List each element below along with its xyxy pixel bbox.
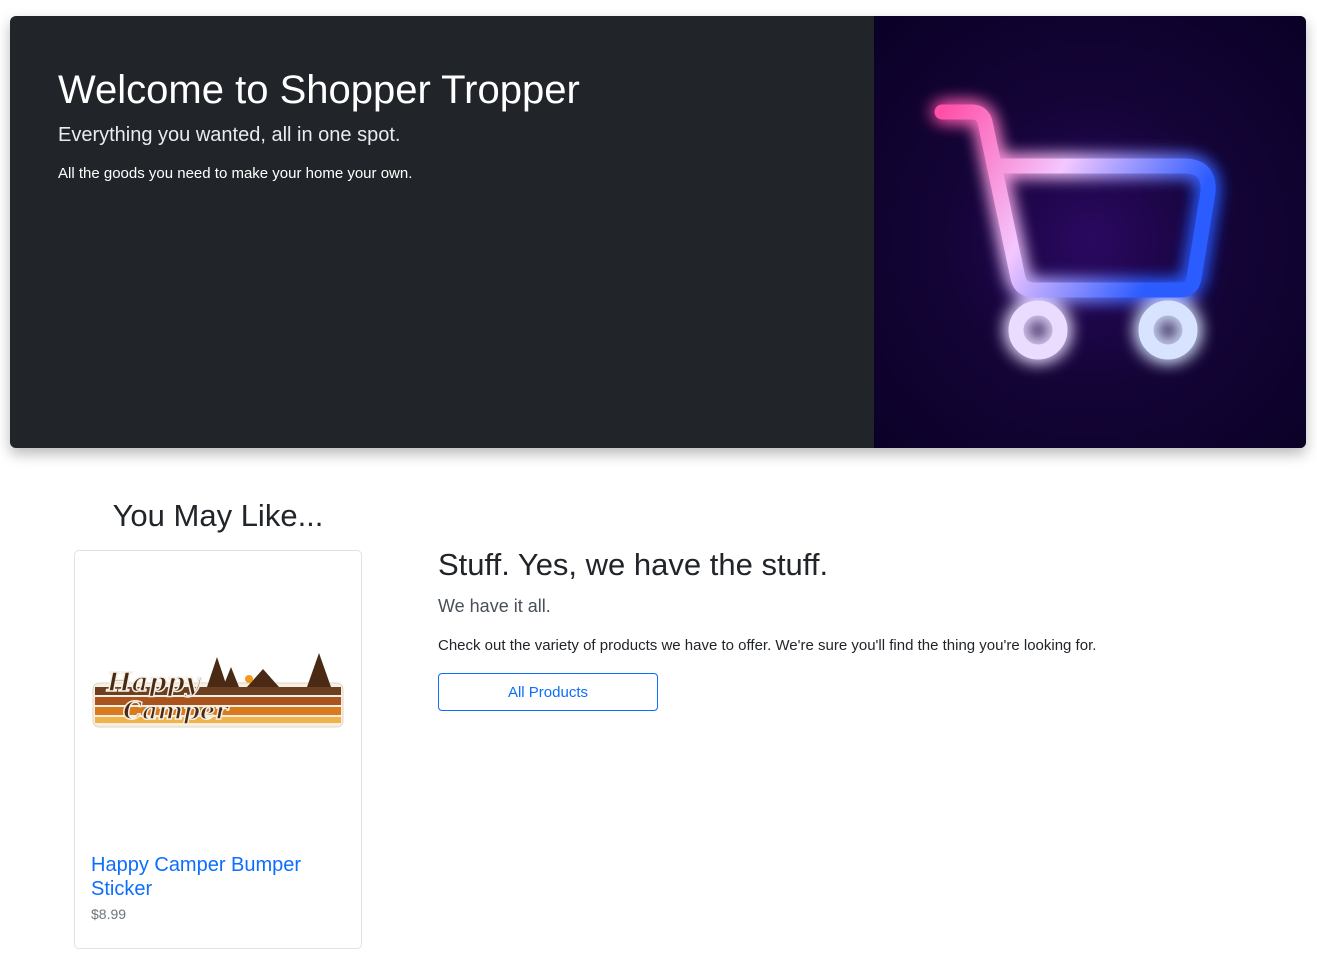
- product-title-link[interactable]: Happy Camper Bumper Sticker: [91, 853, 349, 901]
- main-description: Check out the variety of products we hav…: [438, 637, 1097, 654]
- sticker-text-line2: Camper: [123, 696, 230, 725]
- main-content: Stuff. Yes, we have the stuff. We have i…: [438, 544, 1258, 711]
- hero-banner: Welcome to Shopper Tropper Everything yo…: [10, 16, 1306, 448]
- product-price: $8.99: [91, 906, 127, 922]
- hero-description: All the goods you need to make your home…: [58, 165, 413, 182]
- hero-lead: Everything you wanted, all in one spot.: [58, 124, 401, 146]
- neon-shopping-cart-icon: [874, 16, 1306, 448]
- product-card[interactable]: Happy Camper Happy Camper Bumper Sticker…: [74, 550, 362, 949]
- you-may-like-title: You May Like...: [112, 498, 324, 533]
- happy-camper-sticker-image[interactable]: Happy Camper: [89, 647, 347, 747]
- main-title: Stuff. Yes, we have the stuff.: [438, 547, 829, 582]
- hero-title: Welcome to Shopper Tropper: [58, 68, 580, 112]
- sticker-text-line1: Happy: [106, 668, 202, 698]
- main-lead: We have it all.: [438, 596, 551, 616]
- hero-text: Welcome to Shopper Tropper Everything yo…: [58, 66, 580, 184]
- all-products-button[interactable]: All Products: [438, 673, 658, 711]
